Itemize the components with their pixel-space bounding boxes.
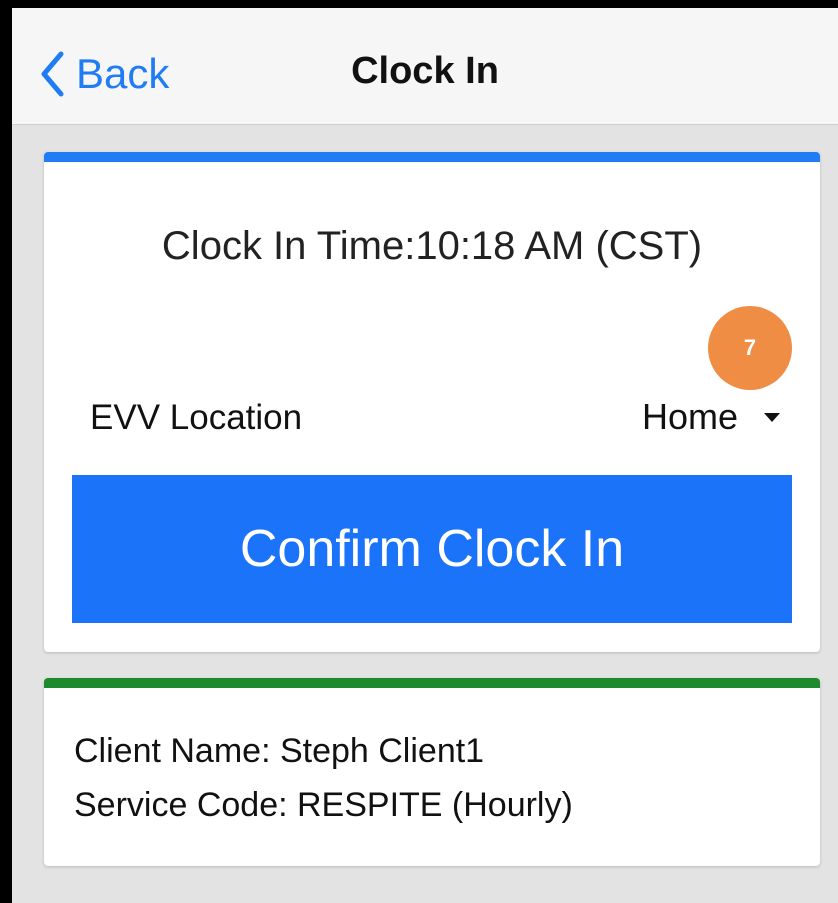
clock-in-time: Clock In Time:10:18 AM (CST) — [161, 224, 703, 268]
caret-down-icon — [764, 412, 780, 422]
client-info-card: Client Name: Steph Client1 Service Code:… — [44, 678, 820, 866]
clock-in-card: Clock In Time:10:18 AM (CST) 7 EVV Locat… — [44, 152, 820, 652]
card-top-border — [44, 678, 820, 688]
page-title: Clock In — [351, 50, 499, 92]
confirm-clock-in-button[interactable]: Confirm Clock In — [72, 475, 792, 623]
client-name: Client Name: Steph Client1 — [74, 732, 485, 770]
evv-location-label: EVV Location — [90, 398, 303, 437]
app-screen: Back Clock In Clock In Time:10:18 AM (CS… — [12, 8, 838, 903]
service-code: Service Code: RESPITE (Hourly) — [74, 786, 573, 824]
evv-location-value: Home — [641, 396, 738, 437]
card-top-border — [44, 152, 820, 162]
evv-location-dropdown[interactable]: Home — [642, 396, 780, 438]
notification-badge: 7 — [708, 306, 792, 390]
navigation-bar: Back Clock In — [12, 8, 838, 125]
